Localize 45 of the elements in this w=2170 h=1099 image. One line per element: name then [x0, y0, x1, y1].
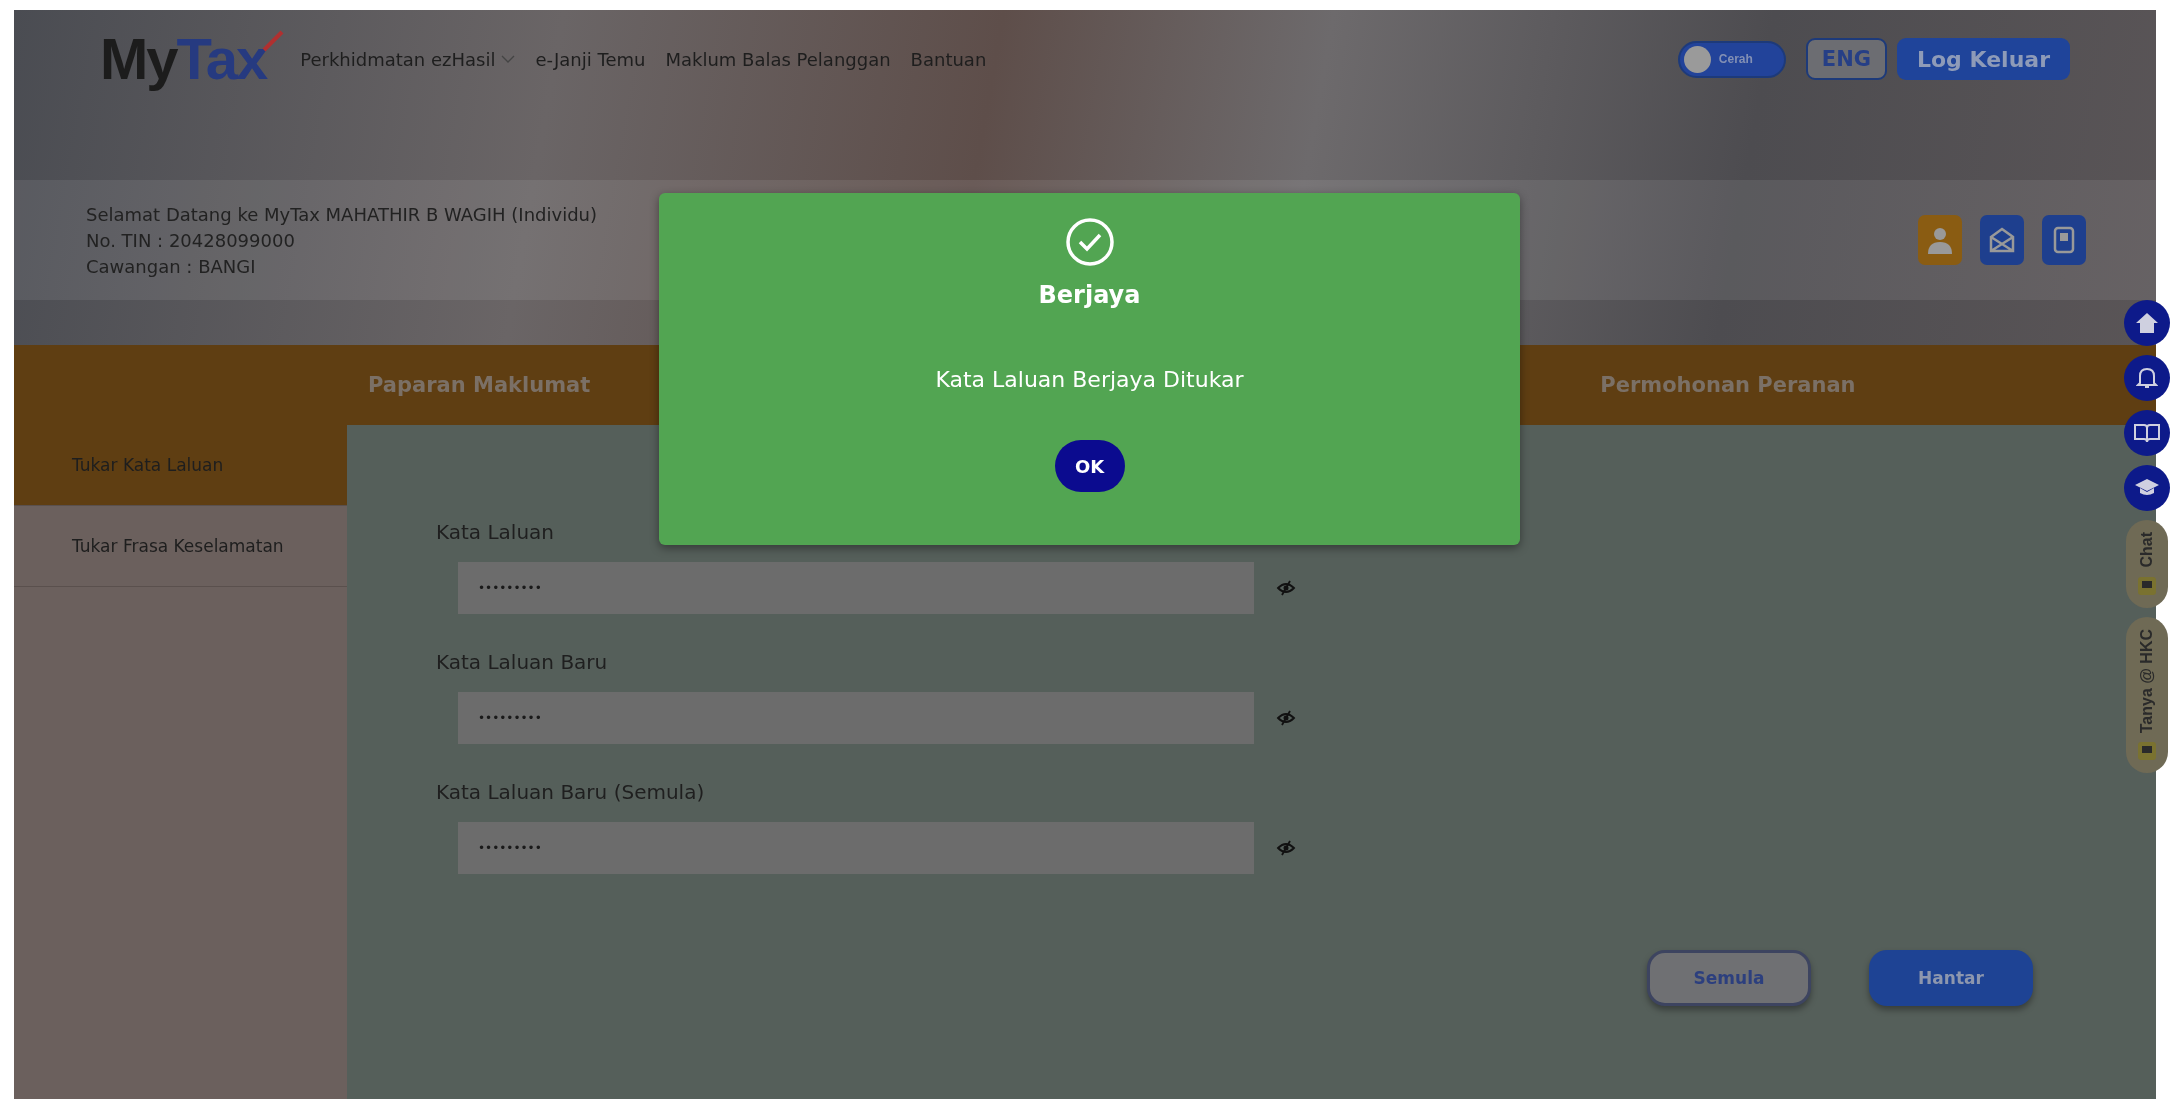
welcome-text: Cawangan : BANGI [86, 255, 257, 277]
profile-button[interactable] [1918, 215, 1962, 265]
submit-button[interactable]: Hantar [1869, 950, 2033, 1006]
book-icon [2134, 423, 2160, 443]
guide-button[interactable] [2124, 410, 2170, 456]
dialog-title: Berjaya [1038, 281, 1141, 309]
side-tab[interactable]: Tanya @ HKC [2126, 616, 2168, 773]
password-field[interactable]: ••••••••• [458, 692, 1254, 744]
tab[interactable]: Paparan Maklumat [368, 373, 591, 397]
eye-slash-icon[interactable] [1276, 580, 1296, 596]
password-field[interactable]: ••••••••• [458, 822, 1254, 874]
learning-button[interactable] [2124, 465, 2170, 511]
password-field[interactable]: ••••••••• [458, 562, 1254, 614]
check-circle-icon [1064, 217, 1115, 267]
nav-link[interactable]: Bantuan [910, 48, 987, 70]
notification-button[interactable] [2124, 355, 2170, 401]
graduation-cap-icon [2134, 478, 2160, 498]
sidebar-item[interactable]: Tukar Kata Laluan [14, 425, 347, 506]
device-button[interactable] [2042, 215, 2086, 265]
tab[interactable]: Permohonan Peranan [1600, 373, 1856, 397]
mail-button[interactable] [1980, 215, 2024, 265]
theme-toggle[interactable]: Cerah [1677, 40, 1786, 78]
reset-button[interactable]: Semula [1647, 950, 1811, 1006]
logout-button[interactable]: Log Keluar [1896, 38, 2070, 80]
chat-icon [2137, 740, 2157, 761]
chat-icon [2137, 575, 2157, 596]
person-icon [1927, 226, 1953, 254]
field-label: Kata Laluan Baru (Semula) [436, 780, 706, 804]
home-icon [2135, 312, 2159, 334]
tablet-icon [2053, 226, 2075, 254]
home-button[interactable] [2124, 300, 2170, 346]
ok-button[interactable]: OK [1054, 440, 1125, 492]
nav-link[interactable]: Perkhidmatan ezHasil [300, 48, 516, 70]
side-tab[interactable]: Chat [2126, 520, 2168, 608]
nav-link[interactable]: e-Janji Temu [535, 48, 646, 70]
welcome-text: Selamat Datang ke MyTax MAHATHIR B WAGIH (Individu) [86, 203, 598, 225]
bell-icon [2136, 366, 2158, 390]
welcome-text: No. TIN : 20428099000 [86, 229, 296, 251]
envelope-icon [1989, 227, 2015, 253]
nav-link[interactable]: Maklum Balas Pelanggan [665, 48, 891, 70]
eye-slash-icon[interactable] [1276, 710, 1296, 726]
eye-slash-icon[interactable] [1276, 840, 1296, 856]
dialog-message: Kata Laluan Berjaya Ditukar [935, 367, 1244, 392]
language-button[interactable]: ENG [1805, 38, 1887, 80]
chevron-down-icon [501, 55, 516, 63]
